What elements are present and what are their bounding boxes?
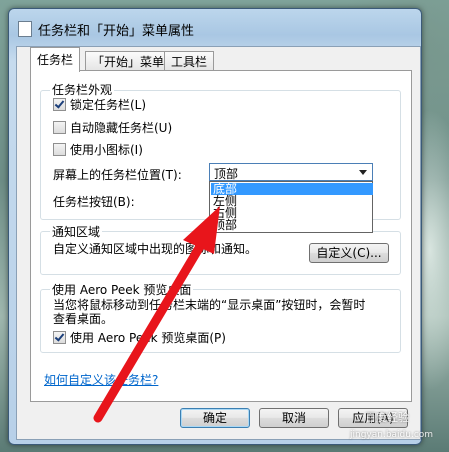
tab-taskbar[interactable]: 任务栏: [30, 47, 81, 72]
taskbar-location-select[interactable]: 顶部: [209, 163, 373, 181]
option-top[interactable]: 顶部: [211, 219, 373, 231]
help-link[interactable]: 如何自定义该任务栏?: [44, 371, 158, 388]
watermark-text: 百度经验: [365, 411, 409, 424]
window-title: 任务栏和「开始」菜单属性: [38, 24, 195, 39]
tab-label: 「开始」菜单: [92, 55, 165, 69]
tab-label: 任务栏: [37, 53, 74, 67]
location-label: 屏幕上的任务栏位置(T):: [53, 168, 182, 182]
taskbar-buttons-label: 任务栏按钮(B):: [53, 195, 135, 209]
small-icons-checkbox[interactable]: 使用小图标(I): [53, 143, 143, 157]
tab-start-menu[interactable]: 「开始」菜单: [85, 51, 172, 72]
window-icon: [18, 21, 32, 37]
checkbox-label: 使用 Aero Peek 预览桌面(P): [70, 331, 226, 345]
appearance-group-title: 任务栏外观: [50, 81, 115, 98]
select-value: 顶部: [214, 167, 239, 181]
checkmark-icon: [54, 98, 65, 109]
notification-group-title: 通知区域: [50, 223, 103, 240]
button-label: 自定义(C)...: [316, 246, 382, 260]
checkbox-label: 锁定任务栏(L): [70, 98, 147, 112]
checkbox-box: [53, 98, 66, 111]
notification-desc: 自定义通知区域中出现的图标和通知。: [53, 242, 258, 256]
dropdown-arrow-icon: [359, 170, 367, 175]
button-label: 确定: [202, 411, 227, 425]
checkbox-box: [53, 331, 66, 344]
tab-label: 工具栏: [171, 55, 208, 69]
taskbar-location-options: 底部 左侧 右侧 顶部: [209, 181, 373, 233]
watermark-url: jingyan.baidu.com: [350, 430, 434, 440]
checkbox-box: [53, 121, 66, 134]
autohide-checkbox[interactable]: 自动隐藏任务栏(U): [53, 121, 172, 135]
checkbox-label: 自动隐藏任务栏(U): [70, 121, 173, 135]
ok-button[interactable]: 确定: [180, 408, 250, 428]
cancel-button[interactable]: 取消: [259, 408, 329, 428]
customize-button[interactable]: 自定义(C)...: [309, 243, 389, 263]
tab-toolbars[interactable]: 工具栏: [164, 51, 215, 72]
lock-taskbar-checkbox[interactable]: 锁定任务栏(L): [53, 98, 146, 112]
checkmark-icon: [54, 331, 65, 342]
aero-peek-desc-line2: 查看桌面。: [53, 312, 114, 326]
checkbox-label: 使用小图标(I): [70, 143, 143, 157]
title-bar[interactable]: 任务栏和「开始」菜单属性: [9, 9, 421, 39]
button-label: 取消: [281, 411, 306, 425]
checkbox-box: [53, 143, 66, 156]
aero-peek-checkbox[interactable]: 使用 Aero Peek 预览桌面(P): [53, 331, 226, 345]
